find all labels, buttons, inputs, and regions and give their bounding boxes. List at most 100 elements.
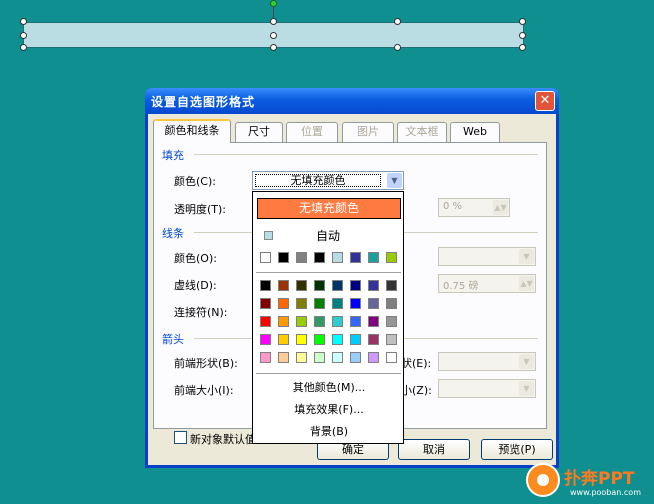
- recent-color-swatch[interactable]: [296, 252, 307, 263]
- tab-web[interactable]: Web: [450, 122, 500, 142]
- chevron-down-icon[interactable]: ▼: [387, 173, 402, 188]
- default-for-new-objects-label: 新对象默认值: [190, 433, 256, 446]
- recent-color-swatch[interactable]: [350, 252, 361, 263]
- connector-label: 连接符(N):: [174, 306, 228, 319]
- background-option[interactable]: 背景(B): [253, 423, 405, 439]
- color-swatch[interactable]: [278, 280, 289, 291]
- recent-color-swatch[interactable]: [278, 252, 289, 263]
- color-swatch[interactable]: [260, 334, 271, 345]
- tab-size[interactable]: 尺寸: [235, 122, 283, 142]
- color-swatch[interactable]: [260, 316, 271, 327]
- default-for-new-objects-checkbox[interactable]: [174, 431, 187, 444]
- arrows-section-heading: 箭头: [162, 333, 184, 346]
- no-fill-option[interactable]: 无填充颜色: [257, 198, 401, 219]
- color-swatch[interactable]: [278, 352, 289, 363]
- dialog-titlebar[interactable]: 设置自选图形格式 ✕: [145, 88, 559, 114]
- line-color-label: 颜色(O):: [174, 252, 217, 265]
- fill-color-label: 颜色(C):: [174, 175, 216, 188]
- color-swatch[interactable]: [368, 298, 379, 309]
- color-swatch[interactable]: [386, 280, 397, 291]
- resize-handle-bottom[interactable]: [270, 44, 277, 51]
- fill-color-combo[interactable]: 无填充颜色 ▼: [252, 171, 404, 190]
- recent-color-swatch[interactable]: [260, 252, 271, 263]
- resize-handle-center[interactable]: [270, 32, 277, 39]
- resize-handle-bottom-right-inner[interactable]: [394, 44, 401, 51]
- tab-picture: 图片: [342, 122, 394, 142]
- end-style-label: 状(E):: [401, 357, 432, 370]
- color-swatch[interactable]: [350, 280, 361, 291]
- color-swatch[interactable]: [386, 298, 397, 309]
- chevron-down-icon: ▼: [519, 354, 534, 369]
- color-swatch[interactable]: [368, 280, 379, 291]
- color-swatch[interactable]: [332, 298, 343, 309]
- color-swatch[interactable]: [314, 334, 325, 345]
- color-swatch[interactable]: [386, 352, 397, 363]
- transparency-label: 透明度(T):: [174, 203, 227, 216]
- more-colors-option[interactable]: 其他颜色(M)...: [253, 379, 405, 395]
- color-swatch[interactable]: [278, 334, 289, 345]
- tab-textbox: 文本框: [397, 122, 447, 142]
- chevron-down-icon: ▼: [519, 249, 534, 264]
- color-swatch[interactable]: [296, 280, 307, 291]
- spinner-arrows-icon: ▲▼: [493, 200, 508, 215]
- color-swatch[interactable]: [332, 352, 343, 363]
- color-swatch[interactable]: [314, 316, 325, 327]
- tab-colors-and-lines[interactable]: 颜色和线条: [153, 119, 231, 143]
- color-swatch[interactable]: [278, 316, 289, 327]
- recent-color-swatch[interactable]: [386, 252, 397, 263]
- color-swatch[interactable]: [260, 298, 271, 309]
- color-swatch[interactable]: [332, 280, 343, 291]
- transparency-spinner: 0 % ▲▼: [438, 198, 510, 217]
- preview-button[interactable]: 预览(P): [481, 439, 553, 460]
- color-swatch[interactable]: [296, 334, 307, 345]
- color-swatch[interactable]: [350, 298, 361, 309]
- cancel-button[interactable]: 取消: [398, 439, 470, 460]
- color-swatch[interactable]: [350, 334, 361, 345]
- resize-handle-right[interactable]: [519, 32, 526, 39]
- resize-handle-top-right[interactable]: [519, 18, 526, 25]
- color-swatch[interactable]: [350, 352, 361, 363]
- divider: [256, 373, 401, 374]
- resize-handle-top[interactable]: [270, 18, 277, 25]
- color-swatch[interactable]: [386, 316, 397, 327]
- color-swatch[interactable]: [260, 280, 271, 291]
- resize-handle-bottom-left[interactable]: [20, 44, 27, 51]
- color-swatch[interactable]: [314, 298, 325, 309]
- recent-color-swatch[interactable]: [332, 252, 343, 263]
- dash-label: 虚线(D):: [174, 279, 217, 292]
- color-swatch[interactable]: [314, 352, 325, 363]
- color-swatch[interactable]: [314, 280, 325, 291]
- recent-color-swatch[interactable]: [314, 252, 325, 263]
- divider: [194, 154, 538, 155]
- transparency-value: 0 %: [443, 201, 463, 212]
- resize-handle-left[interactable]: [20, 32, 27, 39]
- color-swatch[interactable]: [260, 352, 271, 363]
- color-swatch[interactable]: [296, 298, 307, 309]
- color-swatch[interactable]: [332, 316, 343, 327]
- auto-color-option[interactable]: 自动: [316, 227, 340, 244]
- color-swatch[interactable]: [332, 334, 343, 345]
- line-style-combo: ▼: [438, 247, 536, 266]
- color-swatch[interactable]: [350, 316, 361, 327]
- close-button[interactable]: ✕: [535, 91, 555, 111]
- resize-handle-bottom-right[interactable]: [519, 44, 526, 51]
- fill-color-value: 无填充颜色: [255, 174, 381, 187]
- fill-effects-option[interactable]: 填充效果(F)...: [253, 401, 405, 417]
- color-swatch[interactable]: [368, 334, 379, 345]
- color-swatch[interactable]: [368, 316, 379, 327]
- rotation-handle[interactable]: [270, 0, 277, 7]
- recent-color-swatch[interactable]: [368, 252, 379, 263]
- color-swatch[interactable]: [296, 316, 307, 327]
- color-swatch[interactable]: [368, 352, 379, 363]
- chevron-down-icon: ▼: [519, 381, 534, 396]
- color-swatch[interactable]: [296, 352, 307, 363]
- color-swatch[interactable]: [386, 334, 397, 345]
- color-swatch[interactable]: [278, 298, 289, 309]
- spinner-arrows-icon: ▲▼: [519, 276, 534, 291]
- resize-handle-top-left[interactable]: [20, 18, 27, 25]
- line-weight-spinner: 0.75 磅 ▲▼: [438, 274, 536, 293]
- resize-handle-top-right-inner[interactable]: [394, 18, 401, 25]
- begin-style-label: 前端形状(B):: [174, 357, 238, 370]
- auto-color-swatch[interactable]: [264, 231, 273, 240]
- begin-size-label: 前端大小(I):: [174, 384, 234, 397]
